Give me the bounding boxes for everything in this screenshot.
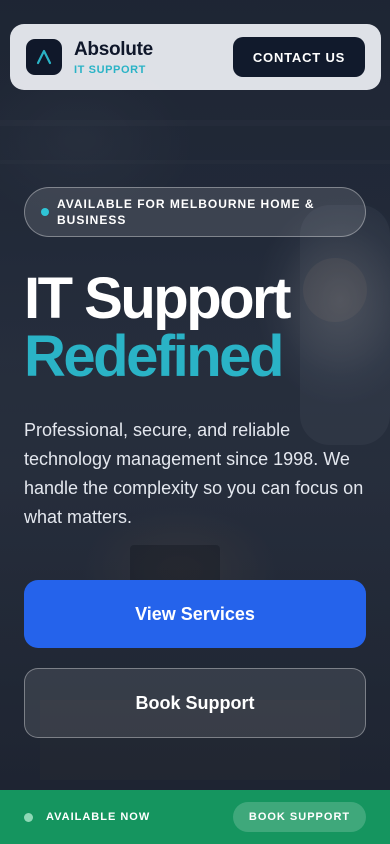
book-support-button[interactable]: Book Support [24, 668, 366, 738]
brand: Absolute IT SUPPORT [74, 39, 153, 76]
brand-tagline: IT SUPPORT [74, 63, 147, 76]
availability-text: AVAILABLE FOR MELBOURNE HOME & BUSINESS [57, 197, 315, 227]
status-dot-icon [24, 812, 33, 822]
headline-line-1: IT Support [24, 266, 291, 331]
logo[interactable] [26, 39, 62, 75]
brand-name: Absolute [74, 38, 153, 60]
caret-up-icon [36, 49, 52, 65]
sticky-bottom-bar: AVAILABLE NOW BOOK SUPPORT [0, 790, 390, 844]
hero-description: Professional, secure, and reliable techn… [24, 420, 364, 527]
bottom-book-support-button[interactable]: BOOK SUPPORT [233, 802, 366, 832]
status-dot-icon [41, 208, 49, 216]
hero-headline: IT Support Redefined [24, 270, 374, 386]
site-header: Absolute IT SUPPORT CONTACT US [10, 24, 381, 90]
headline-line-2: Redefined [24, 324, 284, 389]
availability-status: AVAILABLE NOW [46, 811, 151, 823]
availability-badge: AVAILABLE FOR MELBOURNE HOME & BUSINESS [24, 187, 366, 237]
view-services-button[interactable]: View Services [24, 580, 366, 648]
contact-us-button[interactable]: CONTACT US [233, 37, 365, 77]
